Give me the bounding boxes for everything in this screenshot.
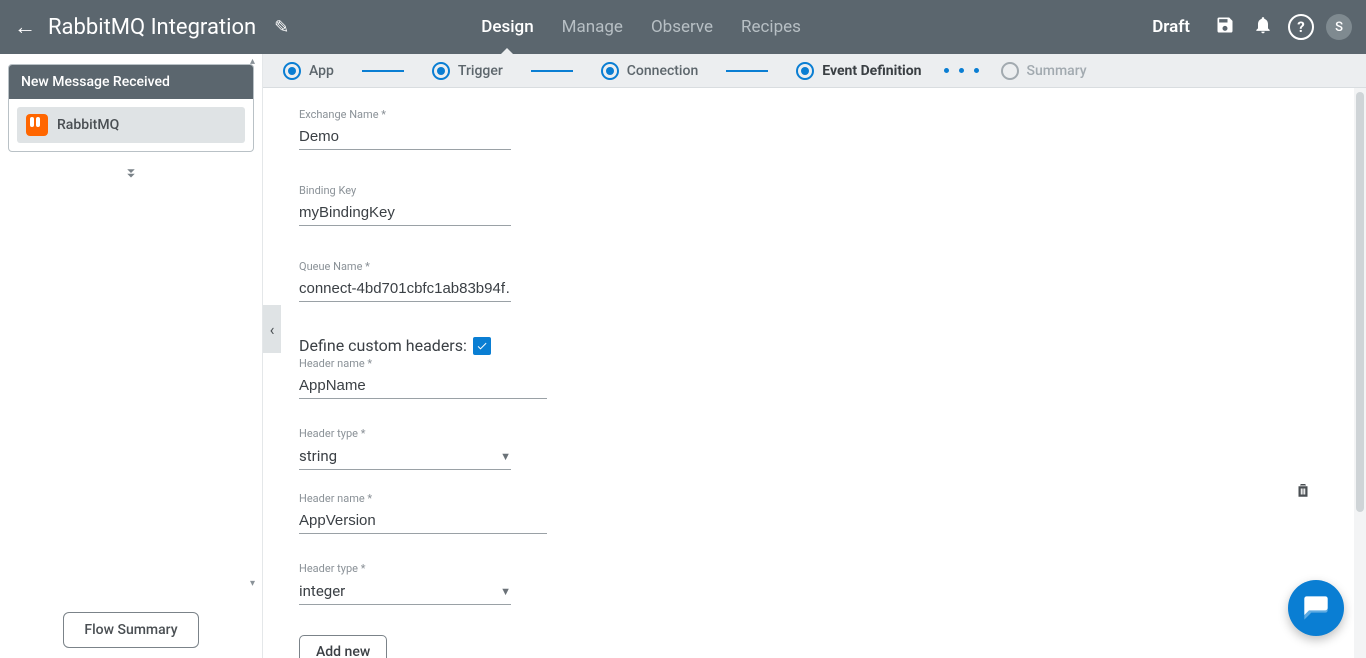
draft-status: Draft: [1152, 17, 1190, 37]
step-connection[interactable]: Connection: [601, 62, 698, 80]
breadcrumb-title: RabbitMQ Integration: [48, 15, 256, 40]
header-type-field-0: Header type * string ▼: [299, 427, 511, 470]
step-app-label: App: [309, 63, 334, 79]
step-trigger[interactable]: Trigger: [432, 62, 503, 80]
app-chip-label: RabbitMQ: [57, 117, 119, 133]
define-custom-headers-row: Define custom headers:: [299, 336, 1330, 355]
add-new-header-button[interactable]: Add new: [299, 635, 387, 658]
header-name-input-0[interactable]: [299, 374, 547, 399]
step-summary[interactable]: Summary: [1001, 62, 1087, 80]
main-scrollbar[interactable]: [1354, 88, 1366, 658]
queue-name-label: Queue Name *: [299, 260, 511, 273]
step-connector: [531, 70, 573, 72]
binding-key-input[interactable]: [299, 201, 511, 226]
header-type-label-0: Header type *: [299, 427, 511, 440]
step-connector: [362, 70, 404, 72]
header-name-field-1: Header name *: [299, 492, 547, 534]
body: ▴ New Message Received RabbitMQ ▾ Flow S…: [0, 54, 1366, 658]
define-custom-headers-label: Define custom headers:: [299, 336, 467, 355]
step-trigger-label: Trigger: [458, 63, 503, 79]
header-name-label-0: Header name *: [299, 357, 547, 370]
step-connector: [726, 70, 768, 72]
app-chip-rabbitmq[interactable]: RabbitMQ: [17, 107, 245, 143]
exchange-name-input[interactable]: [299, 125, 511, 150]
header-type-field-1: Header type * integer ▼: [299, 562, 511, 605]
tab-design[interactable]: Design: [481, 0, 533, 54]
delete-header-icon[interactable]: [1294, 480, 1312, 504]
user-avatar[interactable]: S: [1326, 14, 1352, 40]
step-event-def-label: Event Definition: [822, 63, 921, 79]
step-summary-label: Summary: [1027, 63, 1087, 79]
header-type-value-0: string: [299, 447, 337, 465]
save-icon[interactable]: [1212, 15, 1238, 40]
header-type-select-1[interactable]: integer ▼: [299, 579, 511, 605]
step-app[interactable]: App: [283, 62, 334, 80]
header-name-label-1: Header name *: [299, 492, 547, 505]
step-event-definition[interactable]: Event Definition: [796, 62, 921, 80]
tab-manage[interactable]: Manage: [562, 0, 623, 54]
flow-summary-button[interactable]: Flow Summary: [63, 612, 198, 648]
exchange-name-field: Exchange Name *: [299, 108, 511, 150]
trigger-node-title: New Message Received: [9, 65, 253, 99]
sidebar-scroll-down-icon[interactable]: ▾: [250, 578, 260, 588]
header-type-label-1: Header type *: [299, 562, 511, 575]
edit-title-icon[interactable]: ✎: [274, 17, 289, 38]
top-tabs: Design Manage Observe Recipes: [481, 0, 801, 54]
chat-fab-icon[interactable]: [1288, 580, 1344, 636]
chevron-down-icon: ▼: [500, 450, 511, 463]
rabbitmq-icon: [26, 114, 48, 136]
back-arrow-icon[interactable]: ←: [14, 14, 36, 40]
exchange-name-label: Exchange Name *: [299, 108, 511, 121]
step-connection-label: Connection: [627, 63, 698, 79]
help-icon[interactable]: ?: [1288, 14, 1314, 40]
collapse-sidebar-icon[interactable]: ‹: [263, 305, 281, 353]
trigger-node-card[interactable]: New Message Received RabbitMQ: [8, 64, 254, 152]
tab-recipes[interactable]: Recipes: [741, 0, 801, 54]
chevron-down-icon: ▼: [500, 585, 511, 598]
app-header: ← RabbitMQ Integration ✎ Design Manage O…: [0, 0, 1366, 54]
custom-headers-checkbox[interactable]: [473, 337, 491, 355]
header-name-input-1[interactable]: [299, 509, 547, 534]
form-area: Exchange Name * Binding Key Queue Name *…: [263, 88, 1366, 658]
main-panel: App Trigger Connection Event Definition …: [263, 54, 1366, 658]
header-name-field-0: Header name *: [299, 357, 547, 399]
expand-node-toggle-icon[interactable]: [8, 164, 254, 187]
queue-name-field: Queue Name *: [299, 260, 511, 302]
sidebar: ▴ New Message Received RabbitMQ ▾ Flow S…: [0, 54, 263, 658]
wizard-stepper: App Trigger Connection Event Definition …: [263, 54, 1366, 88]
sidebar-scroll-up-icon[interactable]: ▴: [250, 56, 260, 66]
header-type-value-1: integer: [299, 582, 345, 600]
binding-key-field: Binding Key: [299, 184, 511, 226]
header-type-select-0[interactable]: string ▼: [299, 444, 511, 470]
step-progress-dots: [944, 68, 979, 73]
queue-name-input[interactable]: [299, 277, 511, 302]
binding-key-label: Binding Key: [299, 184, 511, 197]
notifications-icon[interactable]: [1250, 15, 1276, 40]
tab-observe[interactable]: Observe: [651, 0, 713, 54]
